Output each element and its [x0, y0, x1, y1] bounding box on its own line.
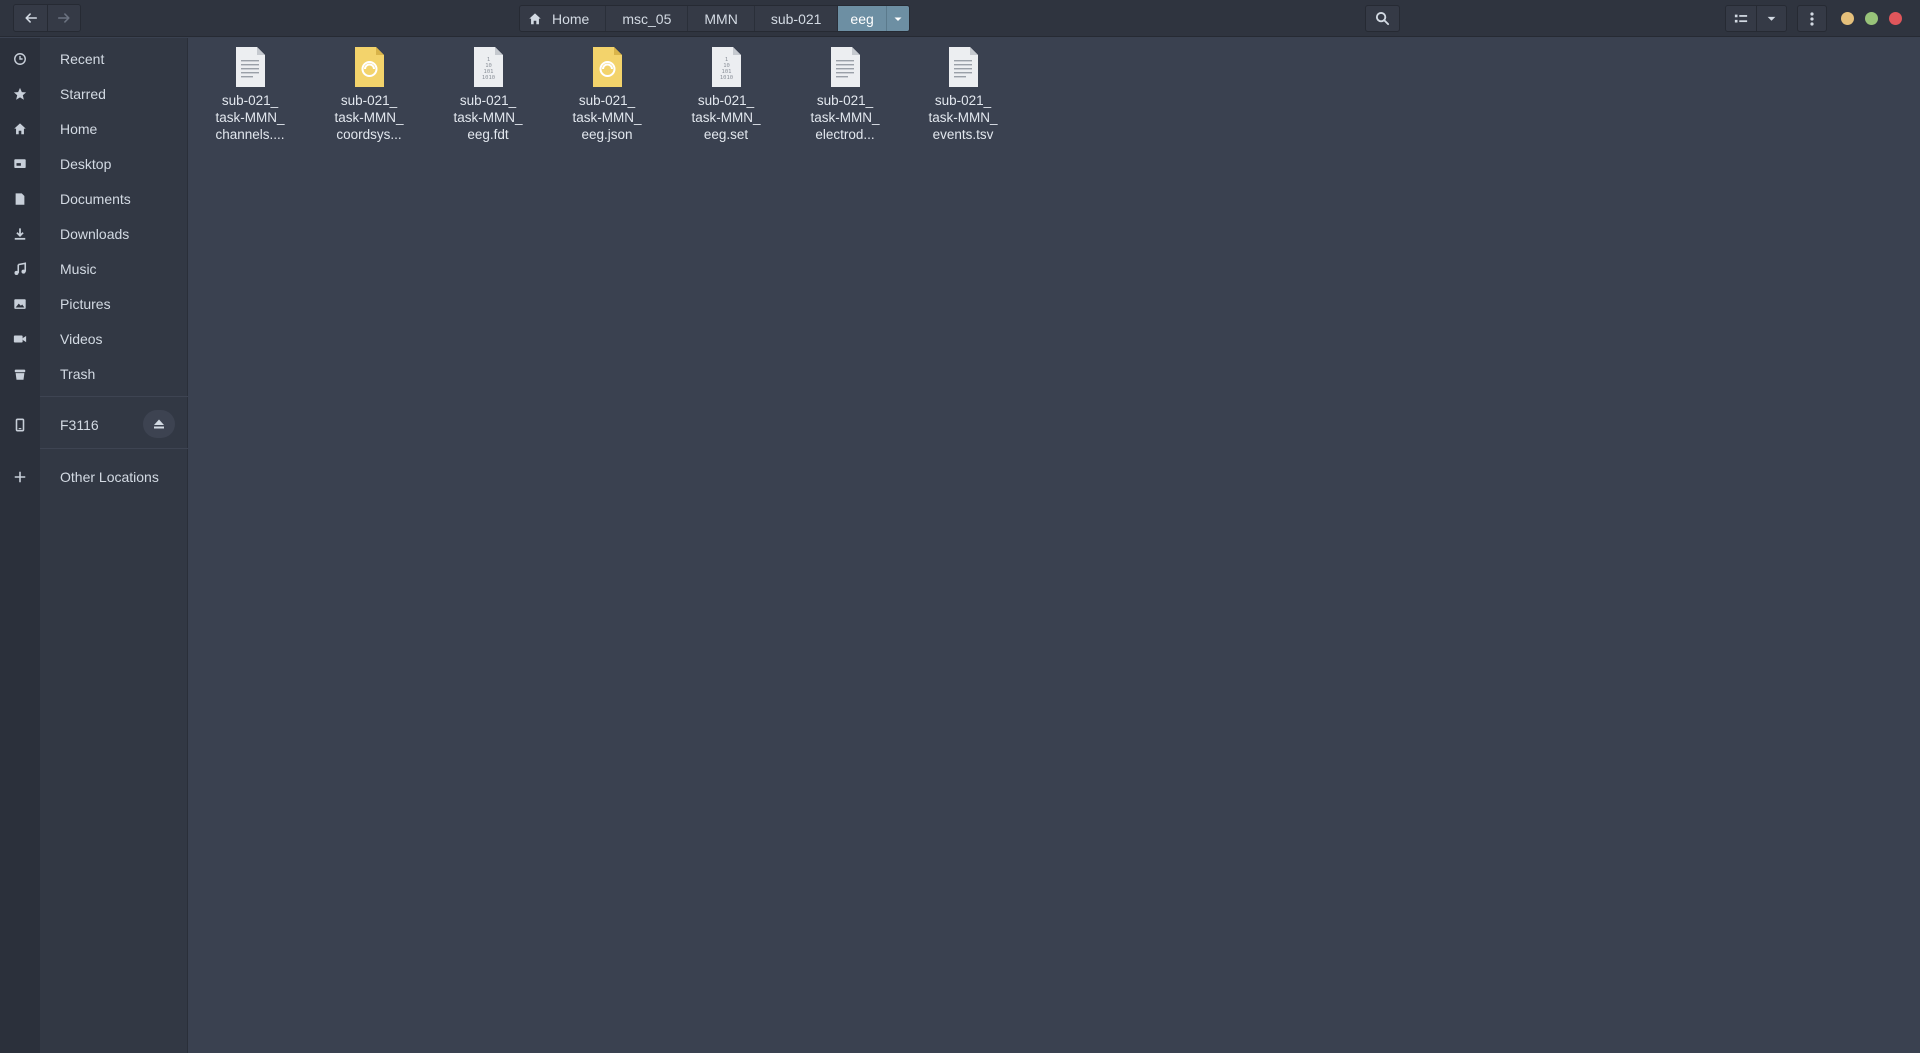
- sidebar-item-other-locations[interactable]: Other Locations: [0, 459, 188, 494]
- breadcrumb: Home msc_05 MMN sub-021 eeg: [519, 5, 910, 32]
- file-item[interactable]: sub-021_ task-MMN_ electrod...: [797, 46, 893, 146]
- picture-icon: [12, 296, 28, 312]
- phone-icon: [12, 417, 28, 433]
- file-name: sub-021_ task-MMN_ electrod...: [810, 93, 880, 142]
- file-item[interactable]: 1 10 101 1010 sub-021_ task-MMN_ eeg.set: [678, 46, 774, 146]
- json-file-icon: [593, 47, 622, 87]
- sidebar-item-label: Pictures: [60, 295, 111, 312]
- header-bar: Home msc_05 MMN sub-021 eeg: [0, 0, 1920, 37]
- breadcrumb-label: Home: [552, 10, 590, 27]
- json-file-icon: [355, 47, 384, 87]
- sidebar-divider: [40, 448, 188, 449]
- maximize-button[interactable]: [1865, 12, 1878, 25]
- eject-icon: [154, 419, 164, 429]
- eject-button[interactable]: [143, 410, 175, 438]
- file-item[interactable]: 1 10 101 1010 sub-021_ task-MMN_ eeg.fdt: [440, 46, 536, 146]
- main-menu-button[interactable]: [1797, 5, 1827, 32]
- sidebar-item-trash[interactable]: Trash: [0, 356, 188, 391]
- kebab-menu-icon: [1810, 11, 1814, 26]
- sidebar-item-label: Trash: [60, 365, 96, 382]
- file-view[interactable]: sub-021_ task-MMN_ channels.... sub-021_…: [188, 38, 1920, 1053]
- star-icon: [12, 86, 28, 102]
- sidebar-item-label: Other Locations: [60, 468, 159, 485]
- music-icon: [12, 261, 28, 277]
- breadcrumb-msc05[interactable]: msc_05: [606, 6, 689, 31]
- sidebar-item-desktop[interactable]: Desktop: [0, 146, 188, 181]
- breadcrumb-sub021[interactable]: sub-021: [754, 6, 839, 31]
- sidebar-item-pictures[interactable]: Pictures: [0, 286, 188, 321]
- trash-icon: [12, 366, 28, 382]
- sidebar-item-documents[interactable]: Documents: [0, 181, 188, 216]
- sidebar-item-label: Documents: [60, 190, 131, 207]
- breadcrumb-menu-button[interactable]: [886, 6, 909, 31]
- text-file-icon: [236, 47, 265, 87]
- sidebar-item-music[interactable]: Music: [0, 251, 188, 286]
- sidebar-item-label: Recent: [60, 50, 105, 67]
- file-name: sub-021_ task-MMN_ eeg.json: [572, 93, 642, 142]
- home-icon: [529, 12, 541, 24]
- arrow-right-icon: [57, 13, 70, 23]
- close-button[interactable]: [1889, 12, 1902, 25]
- file-item[interactable]: sub-021_ task-MMN_ events.tsv: [915, 46, 1011, 146]
- text-file-icon: [831, 47, 860, 87]
- download-icon: [12, 226, 28, 242]
- sidebar-item-device-f3116[interactable]: F3116: [0, 407, 188, 442]
- breadcrumb-label: sub-021: [770, 10, 822, 27]
- file-name: sub-021_ task-MMN_ events.tsv: [928, 93, 998, 142]
- binary-file-icon: 1 10 101 1010: [712, 47, 741, 87]
- window-controls: [1841, 12, 1902, 25]
- sidebar-divider: [40, 396, 188, 397]
- svg-text:1010: 1010: [720, 75, 733, 81]
- sidebar-item-label: Desktop: [60, 155, 112, 172]
- sidebar-item-downloads[interactable]: Downloads: [0, 216, 188, 251]
- home-icon: [12, 121, 28, 137]
- forward-button[interactable]: [47, 5, 80, 31]
- breadcrumb-label: eeg: [850, 10, 874, 27]
- search-icon: [1375, 11, 1390, 26]
- view-options-button[interactable]: [1756, 6, 1786, 31]
- sidebar-item-label: Home: [60, 120, 98, 137]
- sidebar-item-videos[interactable]: Videos: [0, 321, 188, 356]
- arrow-left-icon: [24, 13, 37, 23]
- search-button[interactable]: [1365, 5, 1400, 32]
- svg-text:1010: 1010: [482, 75, 495, 81]
- navigation-buttons: [13, 4, 81, 32]
- file-name: sub-021_ task-MMN_ coordsys...: [334, 93, 404, 142]
- chevron-down-icon: [894, 17, 902, 21]
- file-item[interactable]: sub-021_ task-MMN_ coordsys...: [321, 46, 417, 146]
- binary-file-icon: 1 10 101 1010: [474, 47, 503, 87]
- sidebar-item-starred[interactable]: Starred: [0, 76, 188, 111]
- file-manager-window: Home msc_05 MMN sub-021 eeg Recent Starr…: [0, 0, 1920, 1053]
- sidebar-item-label: F3116: [60, 416, 99, 433]
- list-view-button[interactable]: [1726, 6, 1756, 31]
- file-item[interactable]: sub-021_ task-MMN_ channels....: [202, 46, 298, 146]
- sidebar-item-recent[interactable]: Recent: [0, 41, 188, 76]
- file-name: sub-021_ task-MMN_ channels....: [215, 93, 285, 142]
- file-item[interactable]: sub-021_ task-MMN_ eeg.json: [559, 46, 655, 146]
- view-toggle-group: [1725, 5, 1787, 32]
- back-button[interactable]: [14, 5, 47, 31]
- breadcrumb-label: MMN: [704, 10, 738, 27]
- breadcrumb-eeg[interactable]: eeg: [838, 6, 887, 31]
- clock-icon: [12, 51, 28, 67]
- plus-icon: [12, 469, 28, 485]
- document-icon: [12, 191, 28, 207]
- list-view-icon: [1734, 14, 1748, 22]
- breadcrumb-mmn[interactable]: MMN: [688, 6, 755, 31]
- file-name: sub-021_ task-MMN_ eeg.fdt: [453, 93, 523, 142]
- file-name: sub-021_ task-MMN_ eeg.set: [691, 93, 761, 142]
- sidebar-item-label: Downloads: [60, 225, 130, 242]
- desktop-icon: [12, 156, 28, 172]
- text-file-icon: [949, 47, 978, 87]
- minimize-button[interactable]: [1841, 12, 1854, 25]
- breadcrumb-label: msc_05: [622, 10, 672, 27]
- chevron-down-icon: [1767, 16, 1776, 21]
- sidebar-item-home[interactable]: Home: [0, 111, 188, 146]
- video-icon: [12, 331, 28, 347]
- sidebar-item-label: Music: [60, 260, 97, 277]
- breadcrumb-home[interactable]: Home: [520, 6, 607, 31]
- sidebar-item-label: Starred: [60, 85, 106, 102]
- sidebar-item-label: Videos: [60, 330, 103, 347]
